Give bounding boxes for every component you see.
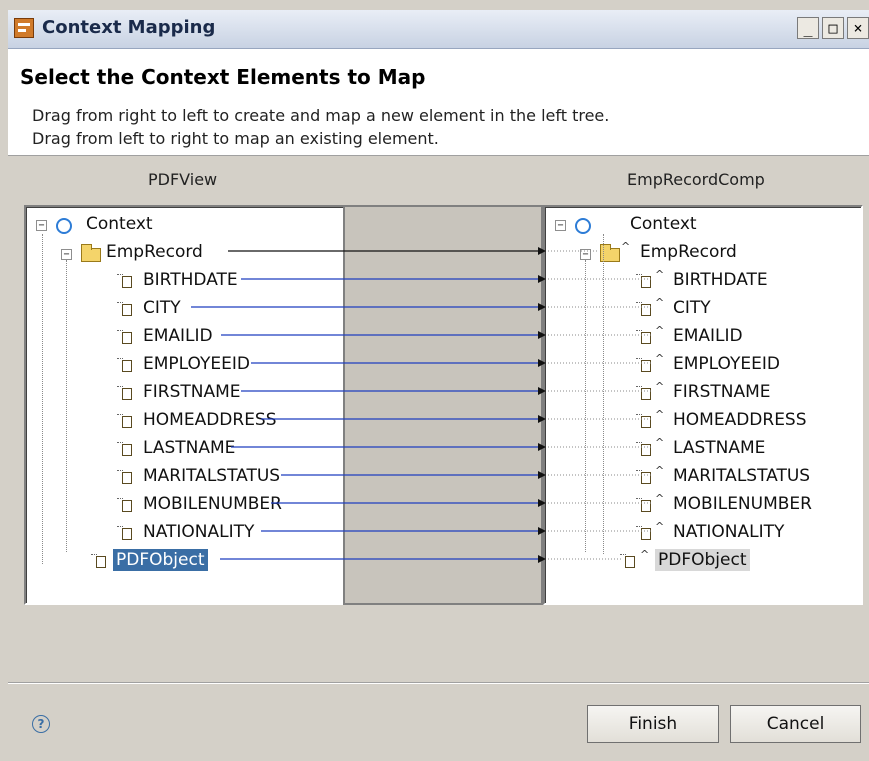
mapping-arrowhead — [538, 247, 546, 255]
mapping-arrowhead — [538, 387, 546, 395]
context-mapping-dialog: Context Mapping _ □ × Select the Context… — [8, 10, 869, 761]
mapping-arrowhead — [538, 303, 546, 311]
mapping-arrowhead — [538, 443, 546, 451]
help-icon[interactable]: ? — [32, 715, 50, 733]
mapping-arrowhead — [538, 527, 546, 535]
mapping-arrowhead — [538, 471, 546, 479]
finish-button[interactable]: Finish — [587, 705, 719, 743]
mapping-arrowhead — [538, 275, 546, 283]
mapping-arrowhead — [538, 331, 546, 339]
cancel-button[interactable]: Cancel — [730, 705, 861, 743]
mapping-arrowhead — [538, 499, 546, 507]
mapping-arrowhead — [538, 415, 546, 423]
mapping-lines — [191, 247, 653, 563]
mapping-arrowhead — [538, 555, 546, 563]
footer-divider — [8, 682, 869, 684]
mapping-arrowhead — [538, 359, 546, 367]
